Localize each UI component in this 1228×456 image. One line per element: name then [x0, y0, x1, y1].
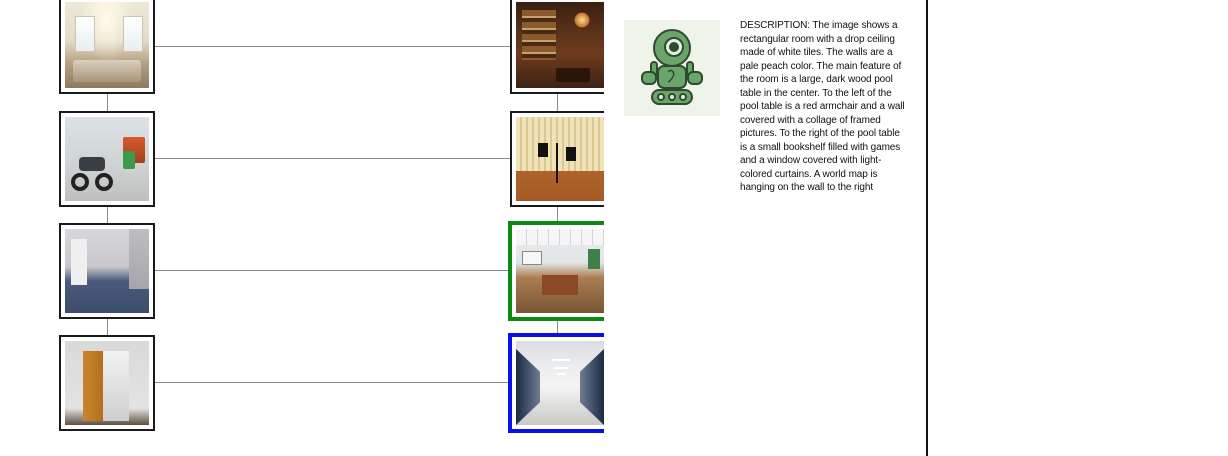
closet-thumbnail — [65, 341, 149, 425]
robot-icon — [641, 29, 703, 105]
scene-description: DESCRIPTION: The image shows a rectangul… — [740, 20, 905, 193]
node-office-selected[interactable] — [508, 221, 604, 321]
bar-thumbnail — [516, 2, 604, 88]
node-bar[interactable] — [510, 0, 604, 94]
navigation-graph-view: DESCRIPTION: The image shows a rectangul… — [0, 0, 1228, 456]
node-studio[interactable] — [510, 111, 604, 207]
connector-left-3-4 — [107, 318, 108, 336]
hallway-thumbnail — [516, 341, 604, 425]
living-room-thumbnail — [65, 2, 149, 88]
studio-thumbnail — [516, 117, 604, 201]
empty-room-thumbnail — [65, 229, 149, 313]
connector-left-1-2 — [107, 94, 108, 112]
office-thumbnail — [516, 229, 604, 313]
garage-thumbnail — [65, 117, 149, 201]
node-empty-room[interactable] — [59, 223, 155, 319]
agent-avatar — [624, 20, 720, 116]
connector-left-2-3 — [107, 206, 108, 224]
node-hallway-current[interactable] — [508, 333, 604, 433]
node-garage[interactable] — [59, 111, 155, 207]
connector-right-2-3 — [557, 206, 558, 222]
node-living-room[interactable] — [59, 0, 155, 94]
connector-row-4 — [154, 382, 510, 383]
connector-row-2 — [154, 158, 512, 159]
connector-row-3 — [154, 270, 510, 271]
connector-right-3-4 — [557, 320, 558, 334]
panel-divider — [926, 0, 928, 456]
connector-right-1-2 — [557, 94, 558, 112]
node-closet[interactable] — [59, 335, 155, 431]
connector-row-1 — [154, 46, 512, 47]
